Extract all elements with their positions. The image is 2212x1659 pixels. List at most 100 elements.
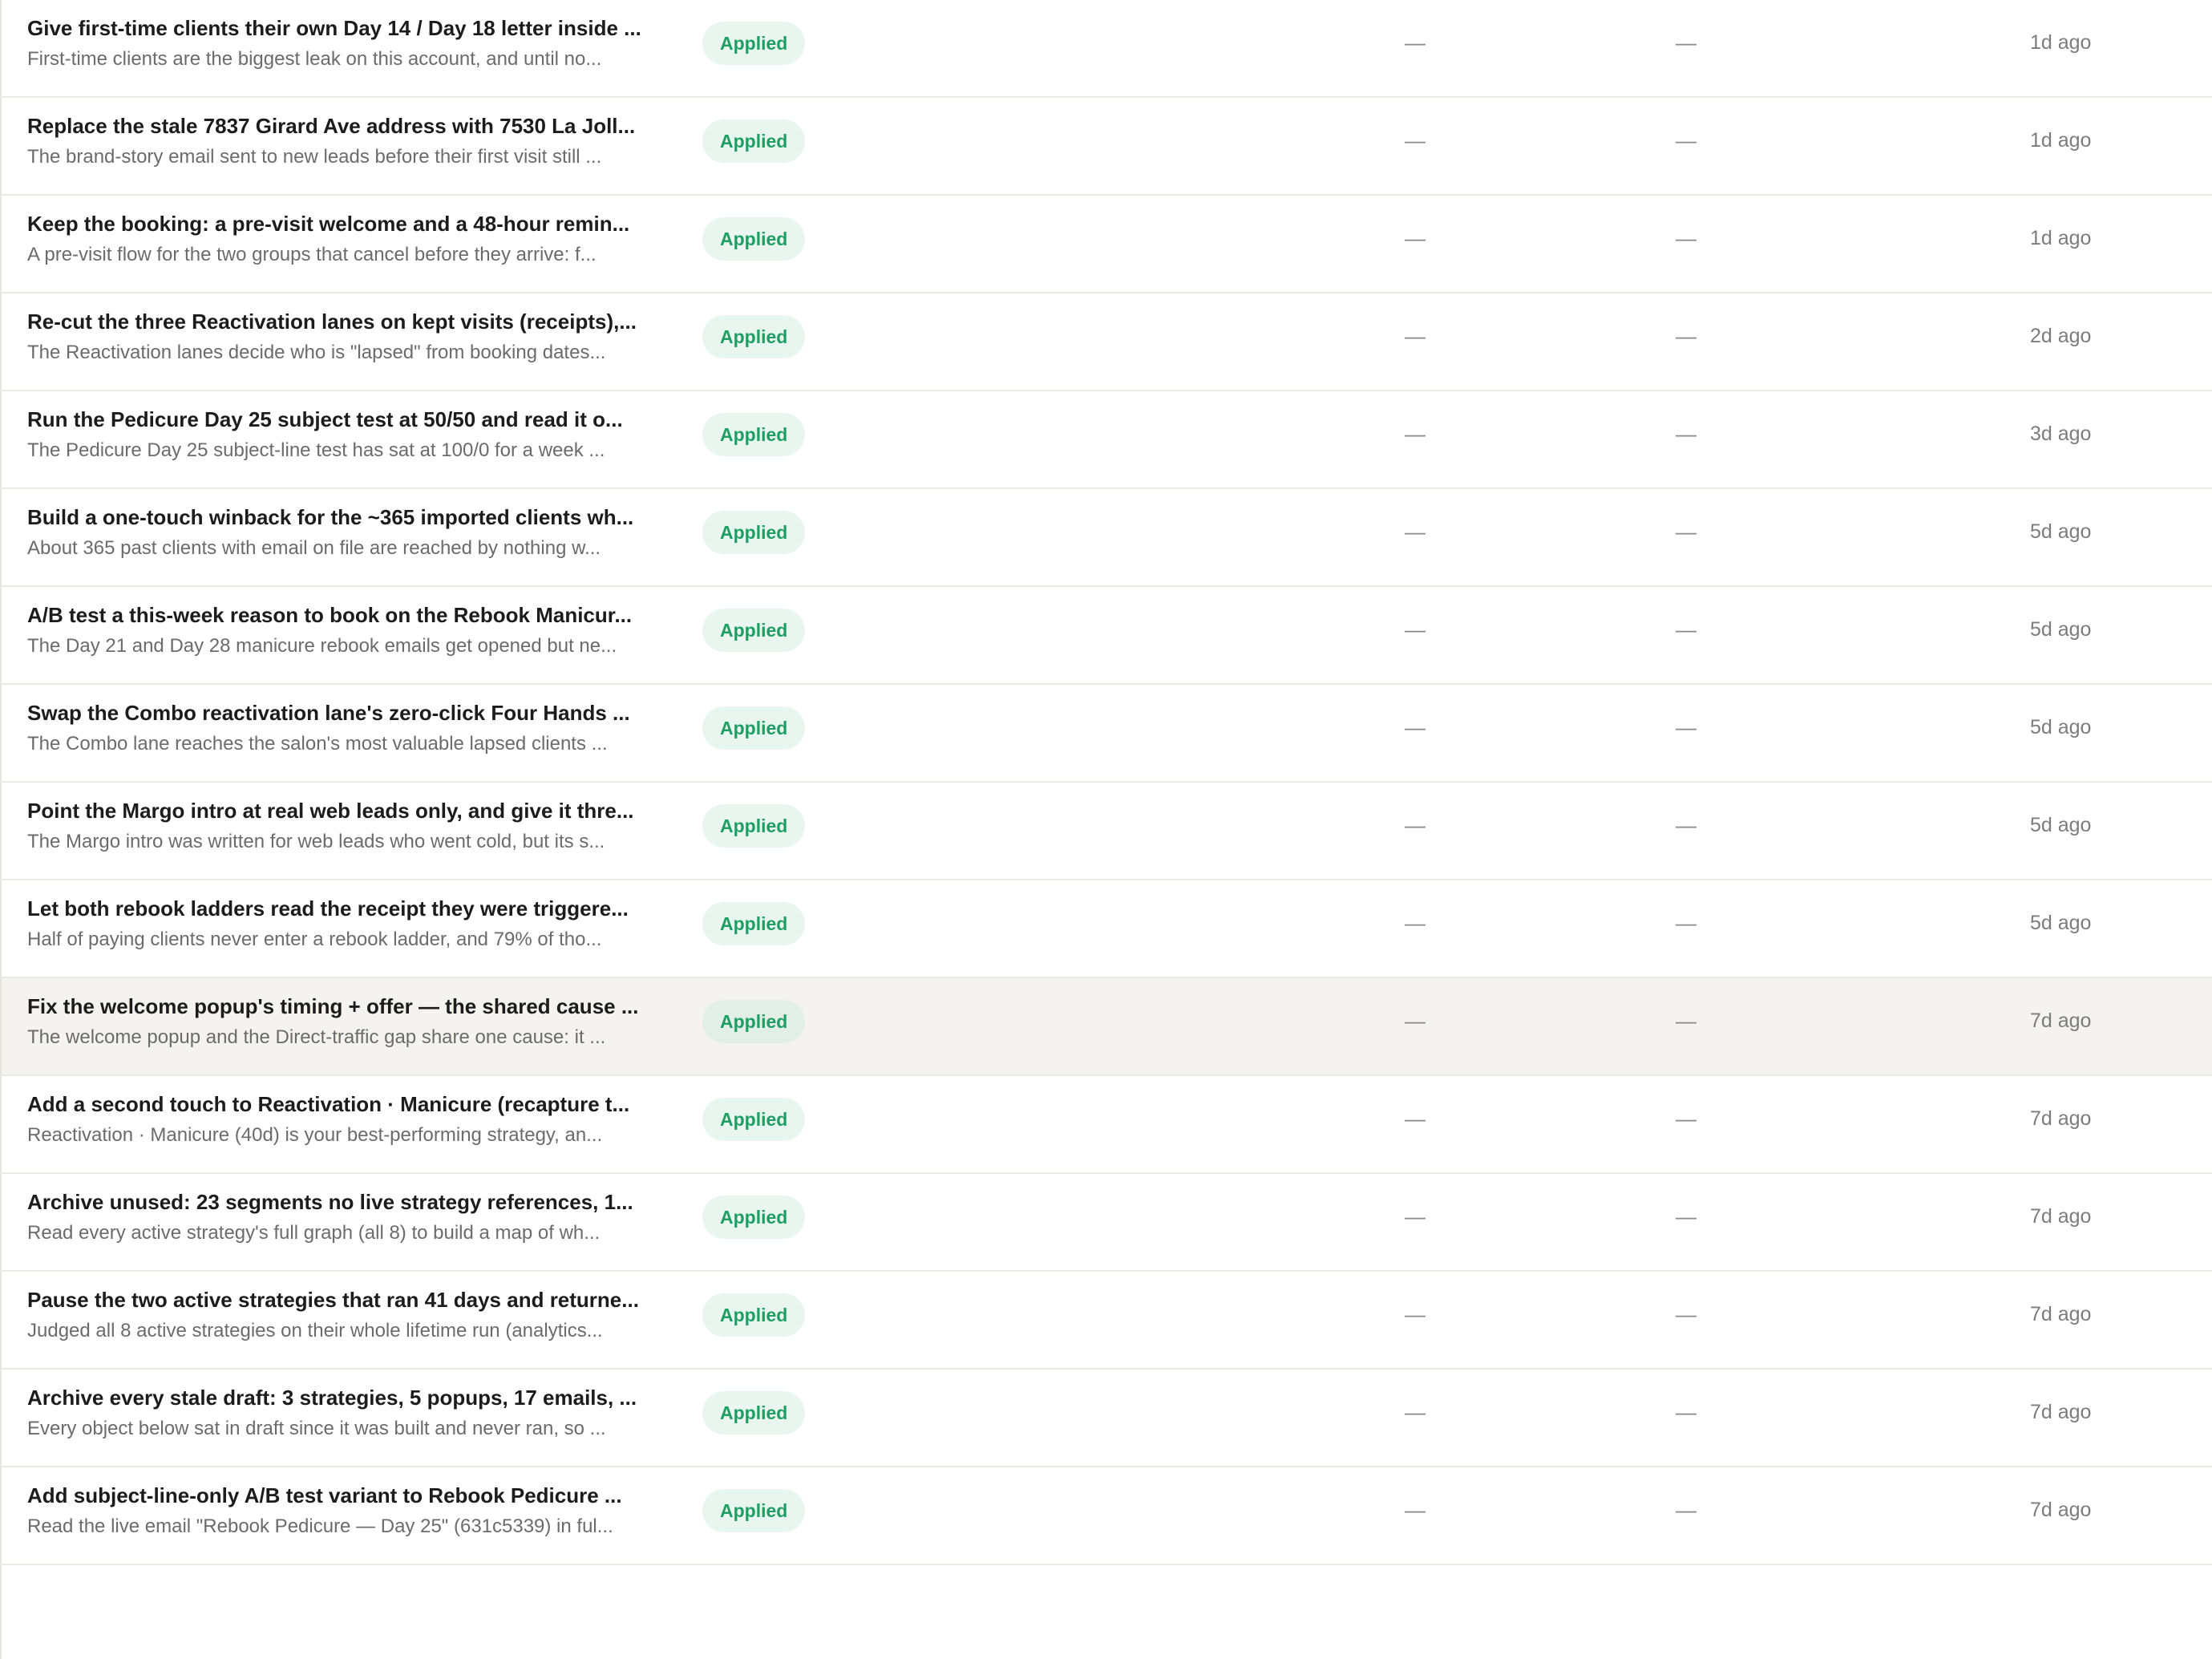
row-title: Archive unused: 23 segments no live stra… [27,1190,633,1214]
empty-value: — [1405,324,1425,348]
row-title: Pause the two active strategies that ran… [27,1288,639,1312]
empty-value: — [1405,715,1425,739]
row-description: The Reactivation lanes decide who is "la… [27,342,606,363]
empty-value: — [1676,128,1696,152]
empty-value: — [1676,422,1696,446]
row-title: Add subject-line-only A/B test variant t… [27,1483,622,1507]
empty-value: — [1676,520,1696,544]
empty-value: — [1405,1204,1425,1228]
empty-value: — [1676,617,1696,641]
empty-value: — [1676,226,1696,250]
row-timestamp: 5d ago [2030,618,2092,641]
row-title: Archive every stale draft: 3 strategies,… [27,1386,637,1410]
empty-value: — [1676,911,1696,935]
empty-value: — [1405,813,1425,837]
status-badge: Applied [702,609,806,652]
recommendations-panel: Give first-time clients their own Day 14… [0,0,2212,1659]
status-badge: Applied [702,1391,806,1434]
row-title: Build a one-touch winback for the ~365 i… [27,505,634,529]
empty-value: — [1405,1107,1425,1131]
empty-value: — [1405,1009,1425,1033]
status-badge: Applied [702,1489,806,1532]
empty-value: — [1676,30,1696,55]
table-row[interactable]: Keep the booking: a pre-visit welcome an… [2,196,2212,293]
status-badge: Applied [702,217,806,261]
empty-value: — [1405,617,1425,641]
row-description: Read every active strategy's full graph … [27,1222,601,1244]
row-title: Fix the welcome popup's timing + offer —… [27,994,639,1018]
row-timestamp: 5d ago [2030,912,2092,934]
row-timestamp: 7d ago [2030,1303,2092,1325]
empty-value: — [1405,1302,1425,1326]
row-title: A/B test a this-week reason to book on t… [27,603,633,627]
status-badge: Applied [702,315,806,358]
table-row[interactable]: Add subject-line-only A/B test variant t… [2,1467,2212,1565]
row-description: The Combo lane reaches the salon's most … [27,733,608,755]
table-row[interactable]: Add a second touch to Reactivation · Man… [2,1076,2212,1174]
status-badge: Applied [702,1098,806,1141]
row-timestamp: 7d ago [2030,1401,2092,1423]
row-timestamp: 5d ago [2030,814,2092,836]
row-description: The Day 21 and Day 28 manicure rebook em… [27,635,617,657]
row-title: Add a second touch to Reactivation · Man… [27,1092,630,1116]
table-row[interactable]: Swap the Combo reactivation lane's zero-… [2,685,2212,783]
table-row[interactable]: Archive unused: 23 segments no live stra… [2,1174,2212,1272]
row-description: About 365 past clients with email on fil… [27,537,601,559]
empty-value: — [1405,226,1425,250]
empty-value: — [1405,1498,1425,1522]
row-description: Judged all 8 active strategies on their … [27,1320,603,1341]
table-row[interactable]: Point the Margo intro at real web leads … [2,783,2212,880]
status-badge: Applied [702,1000,806,1043]
row-title: Replace the stale 7837 Girard Ave addres… [27,114,636,138]
row-description: First-time clients are the biggest leak … [27,48,602,70]
table-row[interactable]: Let both rebook ladders read the receipt… [2,880,2212,978]
row-description: Every object below sat in draft since it… [27,1418,606,1439]
row-timestamp: 1d ago [2030,227,2092,249]
status-badge: Applied [702,1293,806,1337]
row-timestamp: 7d ago [2030,1205,2092,1228]
table-row[interactable]: Replace the stale 7837 Girard Ave addres… [2,98,2212,196]
empty-value: — [1405,422,1425,446]
table-row[interactable]: Pause the two active strategies that ran… [2,1272,2212,1370]
table-row[interactable]: Archive every stale draft: 3 strategies,… [2,1370,2212,1467]
row-timestamp: 2d ago [2030,325,2092,347]
recommendations-list: Give first-time clients their own Day 14… [2,0,2212,1565]
status-badge: Applied [702,511,806,554]
table-row[interactable]: A/B test a this-week reason to book on t… [2,587,2212,685]
row-description: The Margo intro was written for web lead… [27,831,605,852]
row-timestamp: 5d ago [2030,520,2092,543]
empty-value: — [1405,520,1425,544]
row-title: Give first-time clients their own Day 14… [27,16,641,40]
row-timestamp: 7d ago [2030,1107,2092,1130]
empty-value: — [1676,1400,1696,1424]
empty-value: — [1405,30,1425,55]
status-badge: Applied [702,22,806,65]
empty-value: — [1676,715,1696,739]
row-timestamp: 3d ago [2030,423,2092,445]
empty-value: — [1676,1009,1696,1033]
row-description: The Pedicure Day 25 subject-line test ha… [27,439,605,461]
table-row[interactable]: Re-cut the three Reactivation lanes on k… [2,293,2212,391]
status-badge: Applied [702,804,806,848]
table-row[interactable]: Give first-time clients their own Day 14… [2,0,2212,98]
row-timestamp: 1d ago [2030,31,2092,54]
row-description: A pre-visit flow for the two groups that… [27,244,596,265]
status-badge: Applied [702,1196,806,1239]
status-badge: Applied [702,902,806,945]
row-description: Half of paying clients never enter a reb… [27,929,602,950]
row-title: Run the Pedicure Day 25 subject test at … [27,407,623,431]
empty-value: — [1676,1302,1696,1326]
row-title: Keep the booking: a pre-visit welcome an… [27,212,630,236]
row-title: Swap the Combo reactivation lane's zero-… [27,701,630,725]
status-badge: Applied [702,413,806,456]
empty-value: — [1676,1107,1696,1131]
row-description: Read the live email "Rebook Pedicure — D… [27,1515,613,1537]
status-badge: Applied [702,119,806,163]
row-description: Reactivation · Manicure (40d) is your be… [27,1124,603,1146]
table-row-hovered[interactable]: Fix the welcome popup's timing + offer —… [2,978,2212,1076]
row-timestamp: 7d ago [2030,1499,2092,1521]
empty-value: — [1676,1498,1696,1522]
status-badge: Applied [702,706,806,750]
table-row[interactable]: Build a one-touch winback for the ~365 i… [2,489,2212,587]
table-row[interactable]: Run the Pedicure Day 25 subject test at … [2,391,2212,489]
